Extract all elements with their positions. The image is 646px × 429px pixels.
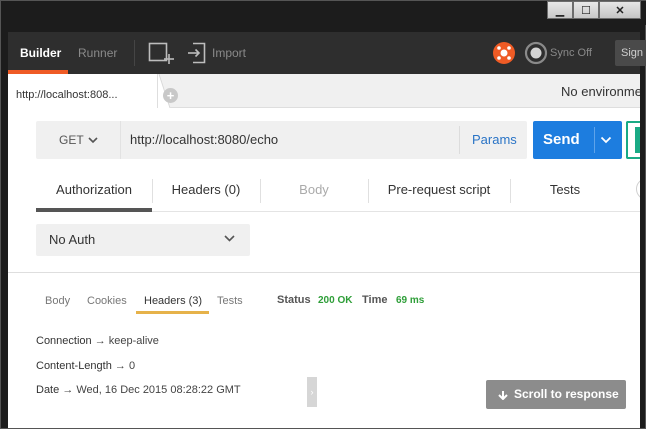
new-window-icon[interactable] [148,41,174,65]
arrow-icon: → [62,384,77,396]
response-header-row: Date → Wed, 16 Dec 2015 08:28:22 GMT [36,384,241,396]
response-tab-tests[interactable]: Tests [217,295,243,307]
auth-type-label: No Auth [49,232,96,247]
request-tab-strip: http://localhost:808... + No environme [8,74,640,108]
header-key: Connection [36,335,92,347]
plus-icon[interactable]: + [163,88,178,103]
header-divider [134,40,135,66]
tab-tests[interactable]: Tests [510,174,620,212]
tab-body[interactable]: Body [260,174,368,212]
send-divider [594,127,595,153]
header-value: 0 [128,360,136,372]
interceptor-icon[interactable] [492,41,516,65]
collapse-handle[interactable]: › [307,377,317,407]
time-value: 69 ms [396,295,425,306]
chevron-down-icon [88,137,98,144]
chevron-down-icon [224,235,235,242]
arrow-icon: → [114,360,129,372]
request-tab[interactable]: http://localhost:808... [8,74,158,108]
arrow-down-icon [498,391,508,400]
tab-pre-request-script[interactable]: Pre-request script [368,174,510,212]
response-divider [8,272,640,273]
url-input[interactable]: http://localhost:8080/echo [130,121,278,159]
window-controls: ▁ ☐ ✕ [547,1,641,21]
send-button[interactable]: Send [533,121,622,159]
method-label: GET [59,133,84,147]
sync-icon[interactable] [524,41,548,65]
scroll-to-response-button[interactable]: Scroll to response [486,380,626,409]
response-tab-indicator [136,311,209,314]
response-header-row: Content-Length → 0 [36,360,135,372]
response-tab-headers[interactable]: Headers (3) [144,295,202,307]
title-bar: ▁ ☐ ✕ [1,1,646,25]
import-icon[interactable] [187,41,207,65]
header-key: Content-Length [36,360,112,372]
header-key: Date [36,384,60,396]
status-value: 200 OK [318,295,353,306]
sync-status-label: Sync Off [550,47,592,59]
subtab-active-indicator [36,208,152,212]
import-button[interactable]: Import [212,32,246,74]
response-tab-body[interactable]: Body [45,295,70,307]
more-tabs-button[interactable] [636,178,640,200]
auth-type-select[interactable]: No Auth [36,224,250,256]
caret-down-icon[interactable] [600,136,612,144]
scroll-to-response-label: Scroll to response [514,387,619,401]
app-header: Builder Runner Import Sync Off Sign [8,32,646,74]
maximize-button[interactable]: ☐ [573,1,599,19]
header-value: keep-alive [108,335,159,347]
response-header-row: Connection → keep-alive [36,335,159,347]
url-bar: GET http://localhost:8080/echo Params [36,121,527,159]
tab-builder[interactable]: Builder [20,32,61,74]
sign-in-button[interactable]: Sign [615,40,646,66]
send-label: Send [543,131,580,148]
tab-headers[interactable]: Headers (0) [152,174,260,212]
minimize-button[interactable]: ▁ [547,1,573,19]
tab-runner[interactable]: Runner [78,32,117,74]
time-label: Time [362,294,388,306]
params-divider [459,126,460,154]
close-button[interactable]: ✕ [599,1,641,19]
save-button[interactable] [626,121,640,159]
params-button[interactable]: Params [472,121,517,159]
header-value: Wed, 16 Dec 2015 08:28:22 GMT [76,384,241,396]
request-subtabs: Authorization Headers (0) Body Pre-reque… [36,174,640,212]
arrow-icon: → [94,335,109,347]
tab-authorization[interactable]: Authorization [36,174,152,212]
environment-select[interactable]: No environme [561,84,640,99]
response-tab-cookies[interactable]: Cookies [87,295,127,307]
main-content: http://localhost:808... + No environme G… [8,74,640,428]
status-label: Status [277,294,311,306]
app-window: ▁ ☐ ✕ Builder Runner Import Sync Off Sig… [0,0,646,429]
method-select[interactable]: GET [36,121,121,159]
